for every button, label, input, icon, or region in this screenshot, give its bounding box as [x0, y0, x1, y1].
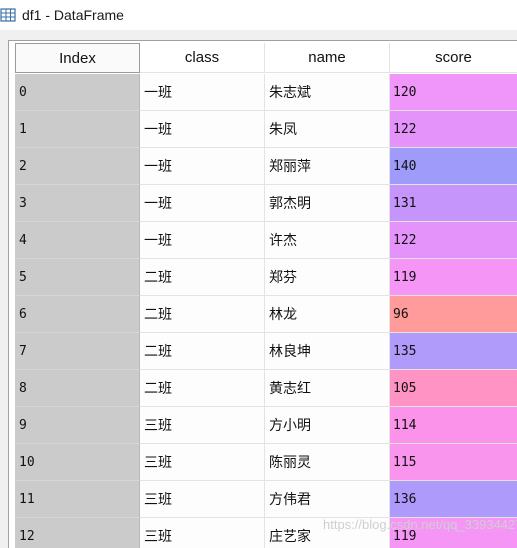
table-row[interactable]: 11 三班 方伟君 136 — [15, 481, 517, 518]
table-row[interactable]: 6 二班 林龙 96 — [15, 296, 517, 333]
table-row[interactable]: 5 二班 郑芬 119 — [15, 259, 517, 296]
class-cell[interactable]: 二班 — [140, 259, 265, 296]
name-cell[interactable]: 林良坤 — [265, 333, 390, 370]
window-title: df1 - DataFrame — [22, 7, 124, 23]
table-row[interactable]: 3 一班 郭杰明 131 — [15, 185, 517, 222]
row-index-cell[interactable]: 0 — [15, 74, 140, 111]
class-cell[interactable]: 一班 — [140, 111, 265, 148]
score-cell[interactable]: 115 — [390, 444, 517, 481]
table-row[interactable]: 7 二班 林良坤 135 — [15, 333, 517, 370]
name-cell[interactable]: 方小明 — [265, 407, 390, 444]
row-index-cell[interactable]: 10 — [15, 444, 140, 481]
row-index-cell[interactable]: 4 — [15, 222, 140, 259]
grid-icon — [0, 7, 16, 23]
column-header-score[interactable]: score — [390, 43, 517, 73]
score-cell[interactable]: 96 — [390, 296, 517, 333]
row-index-cell[interactable]: 12 — [15, 518, 140, 548]
row-index-cell[interactable]: 3 — [15, 185, 140, 222]
name-cell[interactable]: 郭杰明 — [265, 185, 390, 222]
table-row[interactable]: 1 一班 朱凤 122 — [15, 111, 517, 148]
table-row[interactable]: 2 一班 郑丽萍 140 — [15, 148, 517, 185]
table-row[interactable]: 0 一班 朱志斌 120 — [15, 74, 517, 111]
row-index-cell[interactable]: 7 — [15, 333, 140, 370]
class-cell[interactable]: 一班 — [140, 185, 265, 222]
class-cell[interactable]: 二班 — [140, 333, 265, 370]
score-cell[interactable]: 140 — [390, 148, 517, 185]
name-cell[interactable]: 方伟君 — [265, 481, 390, 518]
table-row[interactable]: 9 三班 方小明 114 — [15, 407, 517, 444]
row-index-cell[interactable]: 2 — [15, 148, 140, 185]
score-cell[interactable]: 122 — [390, 222, 517, 259]
class-cell[interactable]: 三班 — [140, 481, 265, 518]
watermark: https://blog.csdn.net/qq_33934427 — [323, 517, 517, 532]
score-cell[interactable]: 122 — [390, 111, 517, 148]
column-header-index[interactable]: Index — [15, 43, 140, 73]
column-header-name[interactable]: name — [265, 43, 390, 73]
row-index-cell[interactable]: 1 — [15, 111, 140, 148]
class-cell[interactable]: 二班 — [140, 370, 265, 407]
class-cell[interactable]: 三班 — [140, 407, 265, 444]
dataframe-view[interactable]: Index class name score 0 一班 朱志斌 120 1 一班 朱凤 122… — [8, 40, 517, 548]
score-cell[interactable]: 135 — [390, 333, 517, 370]
table-row[interactable]: 8 二班 黄志红 105 — [15, 370, 517, 407]
name-cell[interactable]: 林龙 — [265, 296, 390, 333]
score-cell[interactable]: 120 — [390, 74, 517, 111]
class-cell[interactable]: 一班 — [140, 148, 265, 185]
table-row[interactable]: 4 一班 许杰 122 — [15, 222, 517, 259]
class-cell[interactable]: 一班 — [140, 222, 265, 259]
name-cell[interactable]: 许杰 — [265, 222, 390, 259]
score-cell[interactable]: 131 — [390, 185, 517, 222]
score-cell[interactable]: 105 — [390, 370, 517, 407]
class-cell[interactable]: 一班 — [140, 74, 265, 111]
name-cell[interactable]: 陈丽灵 — [265, 444, 390, 481]
name-cell[interactable]: 郑丽萍 — [265, 148, 390, 185]
name-cell[interactable]: 郑芬 — [265, 259, 390, 296]
score-cell[interactable]: 119 — [390, 259, 517, 296]
column-header-class[interactable]: class — [140, 43, 265, 73]
row-index-cell[interactable]: 9 — [15, 407, 140, 444]
table-row[interactable]: 10 三班 陈丽灵 115 — [15, 444, 517, 481]
class-cell[interactable]: 二班 — [140, 296, 265, 333]
name-cell[interactable]: 黄志红 — [265, 370, 390, 407]
class-cell[interactable]: 三班 — [140, 518, 265, 548]
score-cell[interactable]: 114 — [390, 407, 517, 444]
row-index-cell[interactable]: 6 — [15, 296, 140, 333]
name-cell[interactable]: 朱凤 — [265, 111, 390, 148]
score-cell[interactable]: 136 — [390, 481, 517, 518]
class-cell[interactable]: 三班 — [140, 444, 265, 481]
row-index-cell[interactable]: 8 — [15, 370, 140, 407]
window-titlebar: df1 - DataFrame — [0, 0, 517, 30]
name-cell[interactable]: 朱志斌 — [265, 74, 390, 111]
row-index-cell[interactable]: 5 — [15, 259, 140, 296]
row-index-cell[interactable]: 11 — [15, 481, 140, 518]
